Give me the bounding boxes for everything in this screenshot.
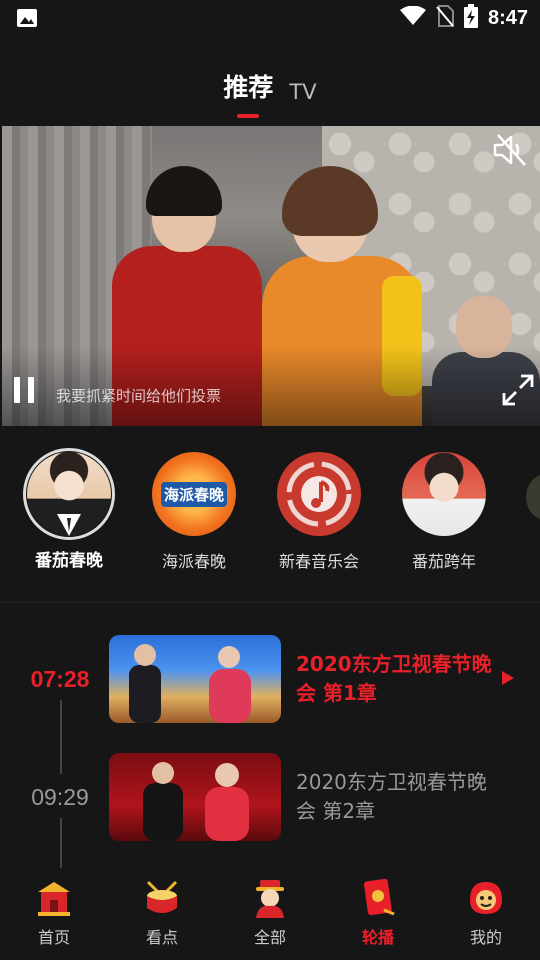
channel-label: 海派春晚 (161, 552, 226, 571)
channel-partial-next[interactable] (526, 474, 540, 520)
video-subtitle: 我要抓紧时间给他们投票 (56, 387, 222, 405)
channel-xinchun-concert[interactable]: 新春音乐会 (264, 448, 374, 572)
channel-avatar-ring (273, 448, 365, 540)
no-sim-icon (436, 5, 454, 31)
nav-highlights[interactable]: 看点 (108, 868, 216, 960)
channel-avatar-ring: 海派春晚 (148, 448, 240, 540)
wifi-icon (399, 5, 426, 30)
schedule-time: 07:28 (30, 666, 90, 692)
palace-icon (34, 878, 74, 918)
schedule-title: 2020东方卫视春节晚会 第1章 (296, 652, 492, 705)
pause-icon (12, 377, 38, 408)
nav-home-label: 首页 (37, 928, 70, 947)
channel-label: 番茄春晚 (35, 551, 103, 571)
top-tabs: 推荐 TV (0, 68, 540, 118)
channel-avatar (27, 452, 111, 536)
channel-label: 新春音乐会 (278, 552, 359, 571)
channel-haipai-chunwan[interactable]: 海派春晚 海派春晚 (139, 448, 249, 572)
red-envelope-icon (358, 878, 398, 918)
speaker-muted-icon (492, 133, 528, 171)
play-icon (502, 671, 514, 685)
bottom-navigation: 首页 看点 全部 轮播 我的 (0, 868, 540, 960)
channel-avatar (402, 452, 486, 536)
mute-button[interactable] (486, 130, 534, 174)
nav-highlights-label: 看点 (145, 928, 178, 947)
video-player[interactable]: 我要抓紧时间给他们投票 (2, 126, 540, 426)
pause-button[interactable] (12, 376, 38, 404)
nav-all-label: 全部 (253, 928, 286, 947)
fullscreen-button[interactable] (500, 372, 536, 408)
tab-recommended-label: 推荐 (223, 73, 274, 102)
schedule-thumbnail (109, 753, 281, 841)
nav-carousel[interactable]: 轮播 (324, 868, 432, 960)
nav-home[interactable]: 首页 (0, 868, 108, 960)
channel-list: 番茄春晚 海派春晚 海派春晚 新春音乐会 番茄跨年 (0, 448, 540, 578)
expand-icon (500, 374, 536, 412)
lion-mascot-icon (466, 878, 506, 918)
channel-label: 番茄跨年 (411, 552, 476, 571)
channel-avatar-ring (398, 448, 490, 540)
nav-all[interactable]: 全部 (216, 868, 324, 960)
drum-icon (142, 878, 182, 918)
schedule-title: 2020东方卫视春节晚会 第2章 (296, 770, 487, 823)
gallery-notification-icon (16, 8, 38, 32)
haipai-logo-text: 海派春晚 (160, 481, 227, 507)
tab-tv-label: TV (289, 80, 317, 104)
channel-fanqie-kuanian[interactable]: 番茄跨年 (389, 448, 499, 572)
active-tab-indicator (237, 114, 260, 118)
nav-carousel-label: 轮播 (361, 928, 394, 947)
schedule-time: 09:29 (31, 784, 89, 810)
tab-tv[interactable]: TV (289, 80, 316, 104)
nav-mine[interactable]: 我的 (432, 868, 540, 960)
nav-mine-label: 我的 (469, 928, 502, 947)
status-bar: 8:47 (0, 0, 540, 36)
schedule-item[interactable]: 09:29 2020东方卫视春节晚会 第2章 (0, 752, 540, 842)
channel-fanqie-chunwan[interactable]: 番茄春晚 (14, 448, 124, 571)
channel-avatar-ring (23, 448, 115, 540)
tab-recommended[interactable]: 推荐 (223, 68, 274, 118)
section-divider (0, 602, 540, 603)
fortune-god-icon (250, 878, 290, 918)
battery-charging-icon (463, 4, 478, 32)
channel-avatar (277, 452, 361, 536)
clock: 8:47 (487, 6, 528, 29)
schedule-thumbnail (109, 635, 281, 723)
channel-avatar: 海派春晚 (152, 452, 236, 536)
schedule-item-live[interactable]: 07:28 2020东方卫视春节晚会 第1章 (0, 634, 540, 724)
music-note-icon (286, 461, 352, 527)
